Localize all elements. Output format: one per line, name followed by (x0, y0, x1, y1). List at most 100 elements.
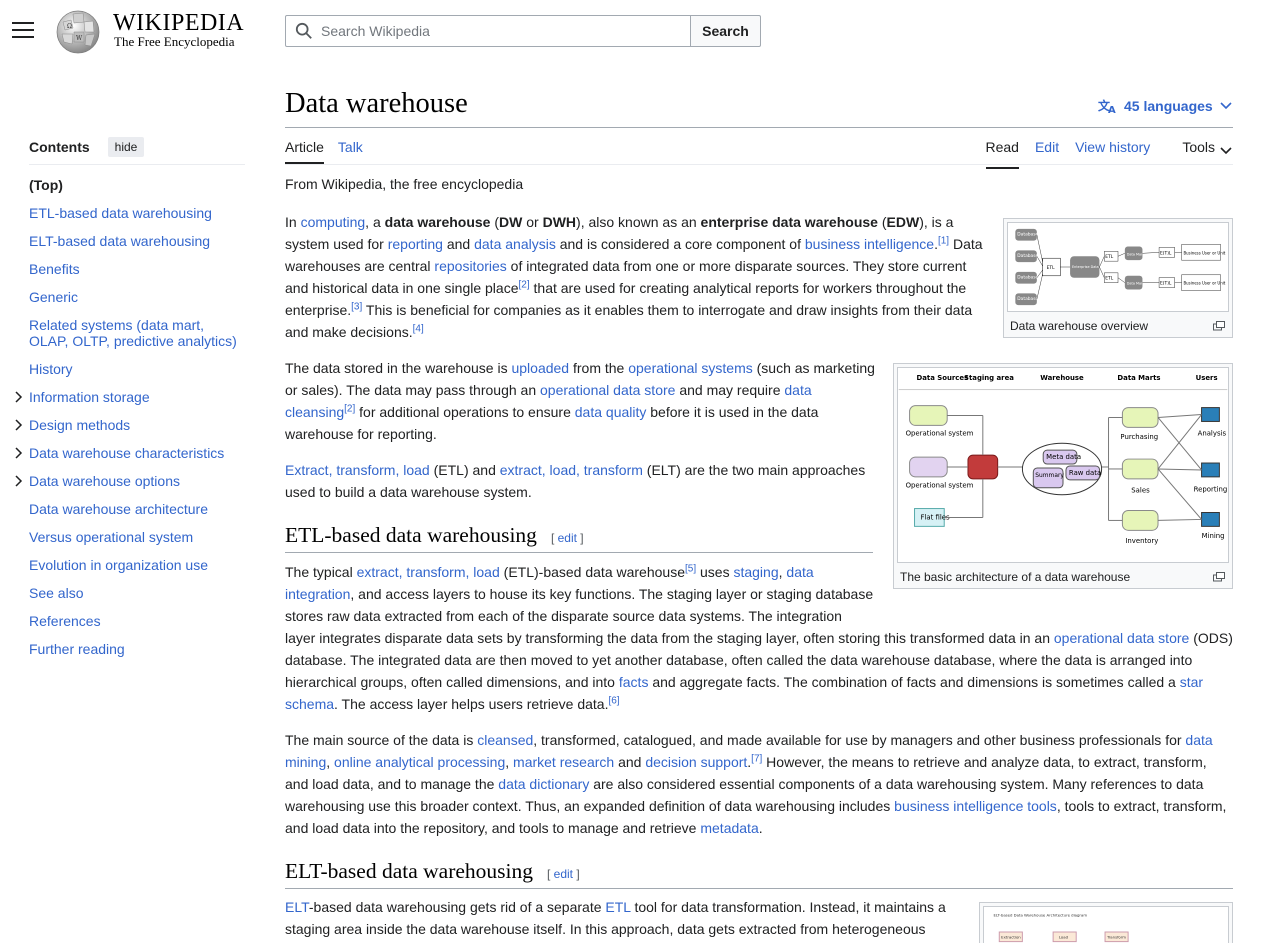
ref-2[interactable]: [2] (519, 279, 530, 290)
link-operational-systems[interactable]: operational systems (628, 360, 753, 376)
toc-item-information-storage[interactable]: Information storage (15, 389, 245, 405)
link-business-intelligence[interactable]: business intelligence (805, 236, 934, 252)
ref-2b[interactable]: [2] (344, 403, 355, 414)
link-data-quality[interactable]: data quality (575, 404, 647, 420)
ref-6[interactable]: [6] (608, 695, 619, 706)
tab-talk[interactable]: Talk (338, 139, 363, 164)
link-computing[interactable]: computing (301, 214, 366, 230)
label-edw: Enterprise Data Warehouse (1072, 265, 1119, 269)
wikipedia-globe-logo[interactable]: Ω W (53, 8, 103, 54)
ref-4[interactable]: [4] (413, 323, 424, 334)
toc-item-architecture[interactable]: Data warehouse architecture (29, 501, 245, 517)
toc-item-related-systems[interactable]: Related systems (data mart, OLAP, OLTP, … (29, 317, 245, 349)
toc-list: (Top) ETL-based data warehousing ELT-bas… (15, 177, 245, 657)
link-ods[interactable]: operational data store (1054, 630, 1189, 646)
link-market-research[interactable]: market research (513, 754, 614, 770)
chevron-right-icon[interactable] (12, 419, 24, 431)
title-divider (285, 127, 1233, 128)
edit-link[interactable]: edit (554, 867, 573, 881)
ref-7[interactable]: [7] (751, 753, 762, 764)
link-bi-tools[interactable]: business intelligence tools (894, 798, 1057, 814)
overview-diagram-image[interactable]: Database Database Database Database ETL … (1007, 222, 1229, 312)
label-etl-e: E(T)L (1160, 250, 1172, 256)
languages-button[interactable]: 文 A 45 languages (1098, 98, 1239, 114)
chevron-right-icon[interactable] (12, 475, 24, 487)
search-box[interactable] (285, 15, 691, 47)
label-inventory: Inventory (1125, 537, 1158, 545)
caption-text: Data warehouse overview (1010, 319, 1149, 333)
chevron-right-icon[interactable] (12, 447, 24, 459)
link-elt[interactable]: extract, load, transform (500, 462, 643, 478)
search-input[interactable] (321, 23, 661, 39)
link-data-dictionary[interactable]: data dictionary (498, 776, 589, 792)
toc-item-references[interactable]: References (29, 613, 245, 629)
search-icon (295, 22, 312, 39)
tools-label[interactable]: Tools (1182, 139, 1215, 162)
toc-item-options[interactable]: Data warehouse options (15, 473, 245, 489)
edit-link[interactable]: edit (558, 531, 577, 545)
toc-item-characteristics[interactable]: Data warehouse characteristics (15, 445, 245, 461)
figure-data-warehouse-overview[interactable]: Database Database Database Database ETL … (1003, 218, 1233, 338)
label-business-user: Business User or Unit (1184, 250, 1226, 255)
main-menu-icon[interactable] (12, 22, 34, 40)
link-data-analysis[interactable]: data analysis (474, 236, 556, 252)
toc-item-versus-operational[interactable]: Versus operational system (29, 529, 245, 545)
toc-item-label[interactable]: Design methods (29, 417, 130, 433)
link-etl[interactable]: Extract, transform, load (285, 462, 430, 478)
lead-paragraph-3: Extract, transform, load (ETL) and extra… (285, 462, 866, 500)
link-uploaded[interactable]: uploaded (511, 360, 569, 376)
toc-item-further-reading[interactable]: Further reading (29, 641, 245, 657)
toc-item-etl[interactable]: ETL-based data warehousing (29, 205, 245, 221)
label-etl: ETL (1105, 254, 1113, 260)
toc-item-label[interactable]: Information storage (29, 389, 150, 405)
namespace-tabs: Article Talk (285, 139, 377, 164)
link-staging[interactable]: staging (733, 564, 778, 580)
chevron-down-icon (1220, 102, 1232, 110)
link-olap[interactable]: online analytical processing (334, 754, 505, 770)
languages-label[interactable]: 45 languages (1124, 98, 1213, 114)
figure-basic-architecture[interactable]: Data Sources Staging area Warehouse Data… (893, 363, 1233, 589)
elt-diagram-title: ELT-based Data Warehouse Architecture di… (994, 913, 1088, 918)
tab-article[interactable]: Article (285, 139, 324, 164)
link-repositories[interactable]: repositories (434, 258, 506, 274)
link-metadata[interactable]: metadata (700, 820, 758, 836)
link-facts[interactable]: facts (619, 674, 649, 690)
elt-label-transform: Transform (1106, 935, 1126, 940)
architecture-diagram-image[interactable]: Data Sources Staging area Warehouse Data… (897, 367, 1229, 563)
toc-item-generic[interactable]: Generic (29, 289, 245, 305)
ref-3[interactable]: [3] (351, 301, 362, 312)
toc-item-evolution[interactable]: Evolution in organization use (29, 557, 245, 573)
link-etl-3[interactable]: ETL (605, 899, 630, 915)
heading-divider (285, 552, 873, 553)
toc-hide-button[interactable]: hide (107, 136, 145, 157)
link-reporting[interactable]: reporting (388, 236, 443, 252)
toc-item-design-methods[interactable]: Design methods (15, 417, 245, 433)
ref-1[interactable]: [1] (938, 235, 949, 246)
table-of-contents: Contents hide (Top) ETL-based data wareh… (15, 135, 245, 669)
search-button[interactable]: Search (690, 15, 761, 47)
link-star-schema[interactable]: star schema (285, 674, 1203, 712)
figure-elt-diagram[interactable]: ELT-based Data Warehouse Architecture di… (979, 902, 1233, 943)
link-cleansed[interactable]: cleansed (477, 732, 533, 748)
link-decision-support[interactable]: decision support (645, 754, 747, 770)
link-etl-2[interactable]: extract, transform, load (357, 564, 500, 580)
link-elt-2[interactable]: ELT (285, 899, 309, 915)
toc-item-history[interactable]: History (29, 361, 245, 377)
elt-diagram-image[interactable]: ELT-based Data Warehouse Architecture di… (983, 906, 1229, 943)
toc-header: Contents hide (29, 135, 245, 165)
link-operational-data-store[interactable]: operational data store (540, 382, 675, 398)
toc-item-benefits[interactable]: Benefits (29, 261, 245, 277)
figure-caption: Data warehouse overview (1007, 315, 1229, 333)
toc-item-see-also[interactable]: See also (29, 585, 245, 601)
toc-item-top[interactable]: (Top) (29, 177, 245, 193)
toc-item-label[interactable]: Data warehouse characteristics (29, 445, 224, 461)
toc-item-elt[interactable]: ELT-based data warehousing (29, 233, 245, 249)
ref-5[interactable]: [5] (685, 563, 696, 574)
toc-item-label[interactable]: Data warehouse options (29, 473, 180, 489)
wikipedia-wordmark[interactable]: WIKIPEDIA (113, 10, 244, 36)
label-data-mart: Data Mart (1127, 282, 1145, 286)
enlarge-icon[interactable] (1213, 321, 1225, 331)
chevron-right-icon[interactable] (12, 391, 24, 403)
label-sales: Sales (1131, 487, 1150, 495)
label-staging: Staging area (964, 374, 1014, 382)
